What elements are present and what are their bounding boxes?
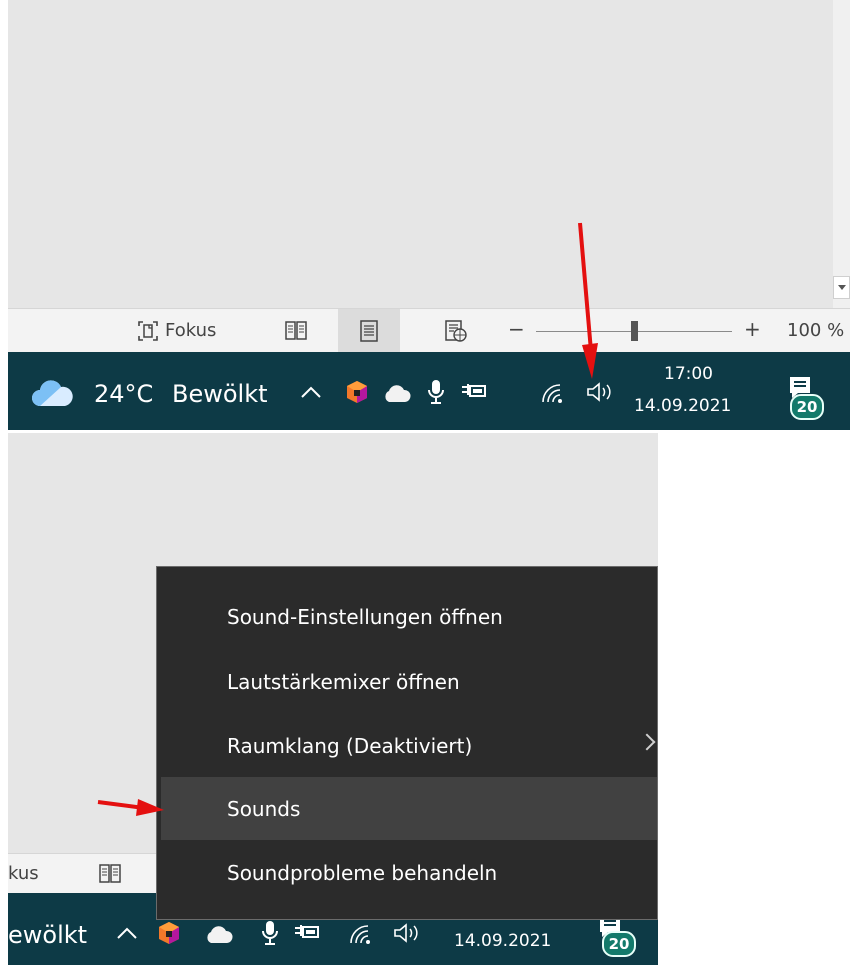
scroll-down-arrow-icon[interactable] [833, 276, 850, 299]
zoom-slider-thumb[interactable] [631, 321, 638, 341]
sound-context-menu: Sound-Einstellungen öffnen Lautstärkemix… [156, 566, 658, 920]
power-plug-icon[interactable] [460, 382, 488, 406]
menu-item-troubleshoot[interactable]: Soundprobleme behandeln [161, 841, 657, 904]
app-cube-icon[interactable] [158, 921, 180, 949]
focus-icon[interactable] [134, 317, 162, 345]
read-mode-icon[interactable] [280, 315, 312, 347]
chevron-up-icon[interactable] [300, 384, 322, 403]
zoom-level[interactable]: 100 % [787, 320, 844, 341]
web-layout-icon[interactable] [440, 315, 472, 347]
app-cube-icon[interactable] [346, 380, 368, 408]
submenu-chevron-icon [638, 733, 656, 751]
word-status-bar: Fokus − + 100 % [8, 308, 850, 352]
menu-item-label: Raumklang (Deaktiviert) [227, 733, 473, 758]
onedrive-icon[interactable] [382, 385, 412, 407]
speaker-icon[interactable] [392, 922, 426, 948]
windows-taskbar: 24°C Bewölkt 17:00 14.09.2021 20 [8, 352, 850, 430]
annotation-arrow-volume [578, 221, 598, 381]
cloud-icon[interactable] [30, 380, 74, 412]
wifi-icon[interactable] [348, 923, 374, 949]
weather-temperature[interactable]: 24°C [94, 380, 153, 408]
clock-date[interactable]: 14.09.2021 [454, 931, 551, 951]
menu-item-volume-mixer[interactable]: Lautstärkemixer öffnen [161, 650, 657, 713]
microphone-icon[interactable] [426, 378, 446, 410]
document-area [8, 0, 833, 308]
clock-date[interactable]: 14.09.2021 [634, 396, 731, 416]
menu-item-spatial-sound[interactable]: Raumklang (Deaktiviert) [161, 714, 657, 777]
zoom-out-button[interactable]: − [508, 317, 525, 341]
chevron-up-icon[interactable] [116, 925, 138, 944]
zoom-in-button[interactable]: + [744, 317, 761, 341]
notification-count-badge[interactable]: 20 [602, 931, 636, 957]
menu-item-sounds[interactable]: Sounds [161, 777, 657, 840]
power-plug-icon[interactable] [293, 923, 321, 947]
speaker-icon[interactable] [585, 381, 619, 407]
wifi-icon[interactable] [540, 382, 566, 408]
menu-item-sound-settings[interactable]: Sound-Einstellungen öffnen [161, 585, 657, 648]
onedrive-icon[interactable] [204, 926, 234, 948]
notification-count-badge[interactable]: 20 [790, 394, 824, 420]
focus-label[interactable]: Fokus [165, 320, 216, 341]
weather-condition[interactable]: ewölkt [8, 921, 87, 949]
annotation-arrow-sounds [96, 796, 166, 820]
vertical-scrollbar[interactable] [833, 0, 850, 308]
focus-label[interactable]: kus [8, 863, 39, 884]
weather-condition[interactable]: Bewölkt [172, 380, 268, 408]
microphone-icon[interactable] [260, 919, 280, 951]
print-layout-icon[interactable] [338, 309, 400, 352]
clock-time[interactable]: 17:00 [664, 364, 713, 384]
read-mode-icon[interactable] [94, 858, 126, 890]
